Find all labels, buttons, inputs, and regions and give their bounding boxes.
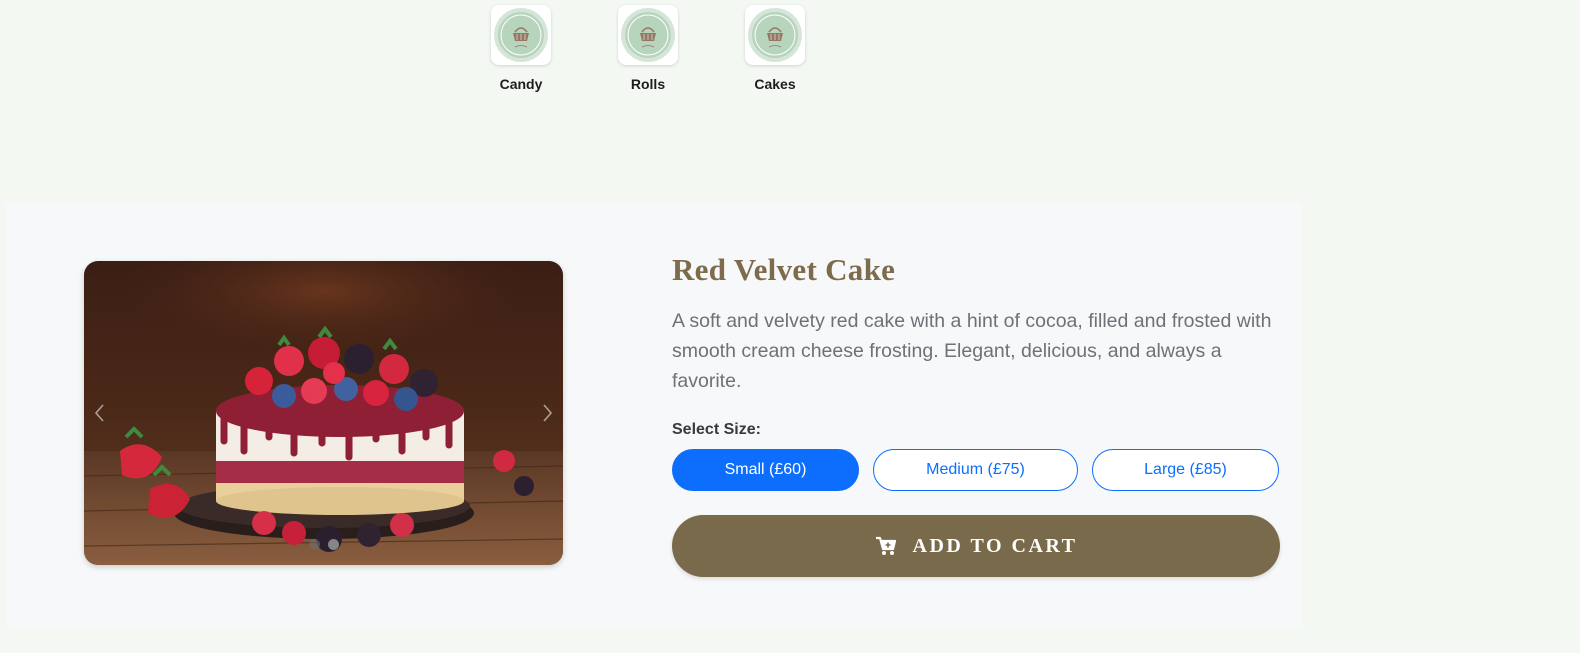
product-panel: Red Velvet Cake A soft and velvety red c… <box>6 202 1302 628</box>
category-label: Candy <box>499 76 543 92</box>
basket-icon <box>618 5 678 65</box>
product-description: A soft and velvety red cake with a hint … <box>672 310 1272 392</box>
basket-icon <box>745 5 805 65</box>
category-nav: Candy Rolls Cakes <box>491 5 805 92</box>
size-small-button[interactable]: Small (£60) <box>672 449 859 491</box>
carousel-prev-button[interactable] <box>90 401 110 425</box>
size-medium-button[interactable]: Medium (£75) <box>873 449 1078 491</box>
basket-icon <box>491 5 551 65</box>
size-options: Small (£60) Medium (£75) Large (£85) <box>672 449 1286 491</box>
carousel-next-button[interactable] <box>537 401 557 425</box>
carousel-indicators <box>308 539 339 550</box>
category-label: Cakes <box>754 76 796 92</box>
product-title: Red Velvet Cake <box>672 252 896 287</box>
add-to-cart-button[interactable]: ADD TO CART <box>672 515 1280 577</box>
category-candy[interactable]: Candy <box>491 5 551 92</box>
add-to-cart-label: ADD TO CART <box>912 534 1078 557</box>
size-label: Select Size: <box>672 421 761 438</box>
category-label: Rolls <box>630 76 666 92</box>
carousel-dot-2[interactable] <box>327 539 339 550</box>
product-image-carousel[interactable] <box>84 261 563 565</box>
product-image <box>84 261 563 565</box>
product-info: Red Velvet Cake A soft and velvety red c… <box>672 252 1286 577</box>
category-rolls[interactable]: Rolls <box>618 5 678 92</box>
carousel-dot-1[interactable] <box>308 539 320 550</box>
size-large-button[interactable]: Large (£85) <box>1092 449 1279 491</box>
category-cakes[interactable]: Cakes <box>745 5 805 92</box>
cart-icon <box>875 536 896 555</box>
